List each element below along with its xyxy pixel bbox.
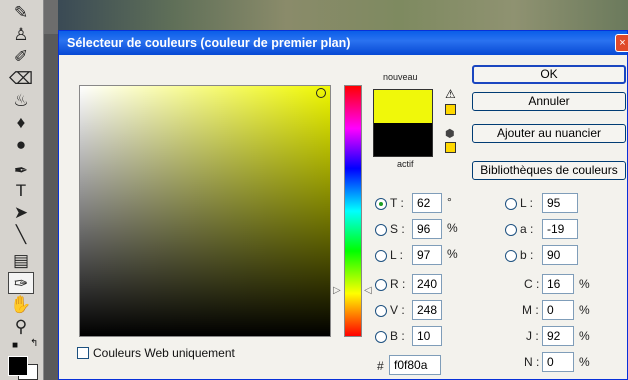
saturation-label: S : <box>390 222 405 236</box>
color-field-marker[interactable] <box>316 88 326 98</box>
toolbox: ✎ ♙ ✐ ⌫ ♨ ♦ ● ✒ T ➤ ╲ ▤ ✑ ✋ ⚲ ■ ↰ <box>0 0 44 380</box>
hex-input[interactable]: f0f80a <box>389 355 441 375</box>
color-picker-dialog: Sélecteur de couleurs (couleur de premie… <box>58 30 628 380</box>
add-to-swatches-button[interactable]: Ajouter au nuancier <box>472 124 626 143</box>
black-unit: % <box>579 355 590 369</box>
hex-prefix: # <box>377 359 384 373</box>
hue-slider[interactable] <box>344 85 362 337</box>
new-color-label: nouveau <box>383 72 418 82</box>
cyan-label: C : <box>524 277 540 291</box>
canvas-edge <box>44 34 58 380</box>
brightness-label: L : <box>390 248 403 262</box>
lab-a-input[interactable]: -19 <box>542 219 578 239</box>
lab-b-radio[interactable] <box>505 250 517 262</box>
blue-radio[interactable] <box>375 331 387 343</box>
red-label: R : <box>390 277 406 291</box>
green-label: V : <box>390 303 405 317</box>
lab-l-radio[interactable] <box>505 198 517 210</box>
lab-b-input[interactable]: 90 <box>542 245 578 265</box>
lab-a-label: a : <box>520 222 534 236</box>
brightness-input[interactable]: 97 <box>412 245 442 265</box>
brush-tool-icon[interactable]: ✎ <box>8 2 34 24</box>
magenta-label: M : <box>522 303 539 317</box>
blue-input[interactable]: 10 <box>412 326 442 346</box>
brightness-radio[interactable] <box>375 250 387 262</box>
black-label: N : <box>524 355 540 369</box>
hand-tool-icon[interactable]: ✋ <box>8 294 34 316</box>
swap-colors-icon[interactable]: ↰ <box>30 338 38 349</box>
cyan-input[interactable]: 16 <box>542 274 574 294</box>
warning-triangle-icon[interactable]: ⚠ <box>445 87 456 101</box>
yellow-input[interactable]: 92 <box>542 326 574 346</box>
eraser-tool-icon[interactable]: ⌫ <box>8 68 34 90</box>
current-color-label: actif <box>397 159 414 169</box>
hue-unit: ° <box>447 195 452 209</box>
background-photo <box>58 0 628 34</box>
lab-a-radio[interactable] <box>505 224 517 236</box>
lab-l-label: L : <box>520 196 533 210</box>
pen-tool-icon[interactable]: ✒ <box>8 160 34 182</box>
lab-b-label: b : <box>520 248 534 262</box>
color-libraries-button[interactable]: Bibliothèques de couleurs <box>472 161 626 180</box>
magenta-input[interactable]: 0 <box>542 300 574 320</box>
paint-bucket-tool-icon[interactable]: ♨ <box>8 90 34 112</box>
saturation-input[interactable]: 96 <box>412 219 442 239</box>
black-input[interactable]: 0 <box>542 352 574 372</box>
notes-tool-icon[interactable]: ▤ <box>8 250 34 272</box>
clone-stamp-tool-icon[interactable]: ♙ <box>8 24 34 46</box>
cube-icon[interactable]: ⬢ <box>445 127 455 140</box>
line-tool-icon[interactable]: ╲ <box>8 224 34 246</box>
history-brush-tool-icon[interactable]: ✐ <box>8 46 34 68</box>
close-button[interactable]: × <box>615 34 628 52</box>
path-selection-tool-icon[interactable]: ➤ <box>8 202 34 224</box>
dodge-tool-icon[interactable]: ● <box>8 134 34 156</box>
foreground-color-swatch[interactable] <box>8 356 28 376</box>
saturation-unit: % <box>447 221 458 235</box>
hue-slider-right-arrow-icon[interactable]: ◁ <box>364 285 372 296</box>
current-color-swatch[interactable] <box>373 123 433 157</box>
red-input[interactable]: 240 <box>412 274 442 294</box>
default-colors-icon[interactable]: ■ <box>12 340 18 351</box>
blur-tool-icon[interactable]: ♦ <box>8 112 34 134</box>
type-tool-icon[interactable]: T <box>8 180 34 202</box>
green-radio[interactable] <box>375 305 387 317</box>
red-radio[interactable] <box>375 279 387 291</box>
green-input[interactable]: 248 <box>412 300 442 320</box>
zoom-tool-icon[interactable]: ⚲ <box>8 316 34 338</box>
eyedropper-tool-icon[interactable]: ✑ <box>8 272 34 294</box>
web-colors-only-label[interactable]: Couleurs Web uniquement <box>93 346 235 360</box>
color-field[interactable] <box>79 85 331 337</box>
saturation-radio[interactable] <box>375 224 387 236</box>
cancel-button[interactable]: Annuler <box>472 92 626 111</box>
hue-slider-left-arrow-icon[interactable]: ▷ <box>333 285 341 296</box>
new-color-swatch <box>373 89 433 123</box>
magenta-unit: % <box>579 303 590 317</box>
hue-label: T : <box>390 196 404 210</box>
brightness-unit: % <box>447 247 458 261</box>
gamut-warning-swatch[interactable] <box>445 104 456 115</box>
cyan-unit: % <box>579 277 590 291</box>
yellow-unit: % <box>579 329 590 343</box>
web-colors-only-checkbox[interactable] <box>77 347 89 359</box>
lab-l-input[interactable]: 95 <box>542 193 578 213</box>
ok-button[interactable]: OK <box>472 65 626 84</box>
blue-label: B : <box>390 329 405 343</box>
web-safe-swatch[interactable] <box>445 142 456 153</box>
dialog-title[interactable]: Sélecteur de couleurs (couleur de premie… <box>59 31 627 55</box>
hue-input[interactable]: 62 <box>412 193 442 213</box>
yellow-label: J : <box>526 329 539 343</box>
hue-radio[interactable] <box>375 198 387 210</box>
